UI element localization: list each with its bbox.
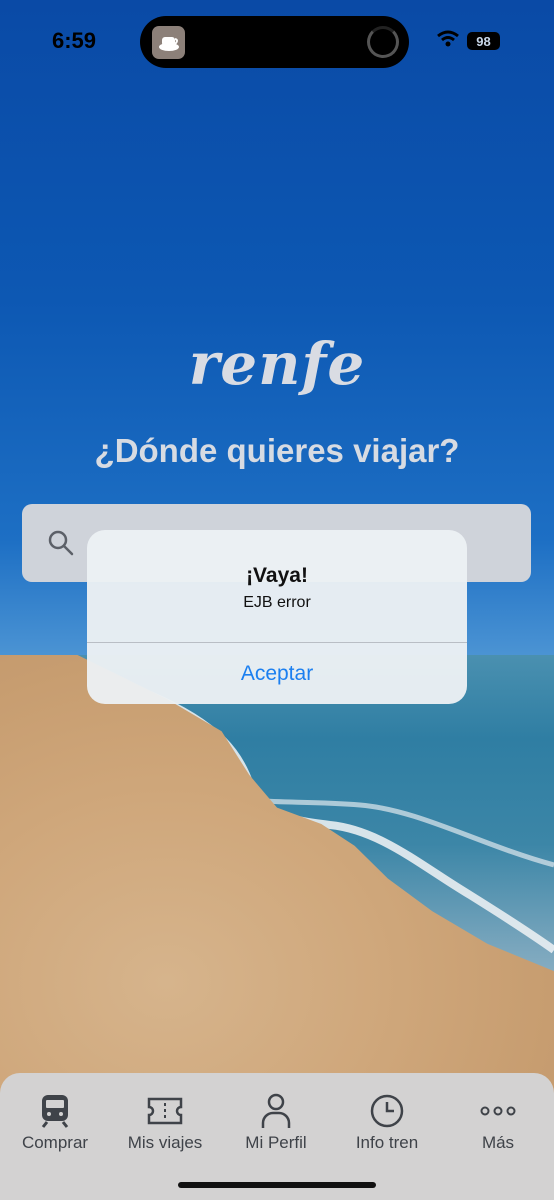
- alert-message: EJB error: [243, 594, 311, 611]
- coffee-cup-icon: [152, 26, 185, 59]
- wifi-icon: [437, 30, 459, 47]
- home-indicator: [178, 1182, 376, 1188]
- battery-level: 98: [476, 33, 491, 49]
- tab-info-tren[interactable]: Info tren: [332, 1091, 442, 1153]
- tab-bar: Comprar Mis viajes Mi Perfil Info tren M…: [0, 1073, 554, 1200]
- battery-indicator: 98: [467, 32, 500, 50]
- ticket-icon: [110, 1091, 220, 1131]
- screen: 6:59 98 renfe ¿Dónde quieres viajar? ¡Va…: [0, 0, 554, 1200]
- tab-label: Info tren: [355, 1133, 419, 1152]
- search-icon: [48, 530, 74, 556]
- error-alert-dialog: ¡Vaya! EJB error Aceptar: [87, 530, 467, 704]
- person-icon: [221, 1091, 331, 1131]
- renfe-logo: renfe: [188, 330, 366, 398]
- more-icon: [443, 1091, 553, 1131]
- dynamic-island: [140, 16, 409, 68]
- alert-title: ¡Vaya!: [246, 564, 308, 587]
- status-time: 6:59: [52, 28, 97, 53]
- tab-mi-perfil[interactable]: Mi Perfil: [221, 1091, 331, 1153]
- tab-label: Mi Perfil: [245, 1133, 307, 1152]
- tab-mis-viajes[interactable]: Mis viajes: [110, 1091, 220, 1153]
- train-icon: [0, 1091, 110, 1131]
- clock-icon: [332, 1091, 442, 1131]
- page-title: ¿Dónde quieres viajar?: [94, 432, 460, 469]
- tab-comprar[interactable]: Comprar: [0, 1091, 110, 1153]
- status-bar: 6:59 98: [0, 0, 554, 80]
- tab-label: Más: [481, 1133, 515, 1152]
- tab-label: Mis viajes: [127, 1133, 203, 1152]
- accept-button[interactable]: Aceptar: [87, 643, 467, 704]
- tab-mas[interactable]: Más: [443, 1091, 553, 1153]
- loading-spinner-icon: [367, 26, 399, 58]
- tab-label: Comprar: [21, 1133, 89, 1152]
